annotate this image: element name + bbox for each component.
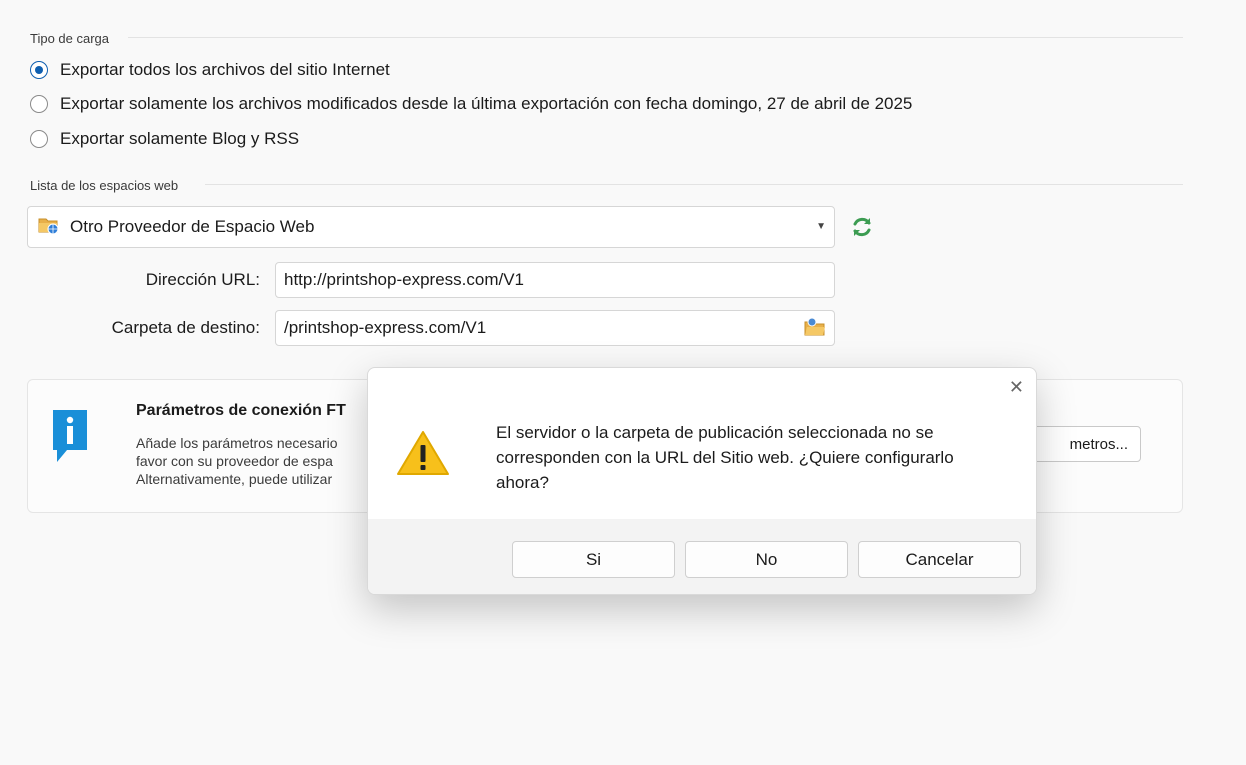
radio-label: Exportar solamente los archivos modifica… [60, 94, 913, 113]
url-value: http://printshop-express.com/V1 [284, 270, 525, 289]
info-title: Parámetros de conexión FT [136, 402, 346, 419]
warning-icon [395, 428, 451, 483]
dialog-message: El servidor o la carpeta de publicación … [496, 423, 954, 492]
radio-label: Exportar solamente Blog y RSS [60, 129, 300, 148]
info-text: Añade los parámetros necesario favor con… [136, 434, 368, 488]
cancel-button[interactable]: Cancelar [858, 541, 1021, 578]
info-line: Alternativamente, puede utilizar [136, 471, 333, 487]
dialog-footer: Si No Cancelar [368, 519, 1036, 594]
section-divider [205, 184, 1183, 185]
radio-unchecked-icon[interactable] [30, 95, 48, 113]
folder-globe-icon [38, 215, 60, 240]
url-label: Dirección URL: [145, 270, 260, 289]
upload-type-heading: Tipo de carga [30, 31, 110, 46]
radio-unchecked-icon[interactable] [30, 130, 48, 148]
dest-label: Carpeta de destino: [111, 318, 260, 337]
url-field[interactable]: http://printshop-express.com/V1 [275, 262, 835, 298]
section-divider [128, 37, 1183, 38]
radio-export-all[interactable]: Exportar todos los archivos del sitio In… [30, 58, 390, 82]
browse-folder-icon[interactable] [804, 317, 826, 342]
radio-export-blog-rss[interactable]: Exportar solamente Blog y RSS [30, 127, 299, 151]
info-line: favor con su proveedor de espa [136, 453, 333, 469]
close-icon[interactable]: ✕ [1009, 378, 1024, 396]
yes-button[interactable]: Si [512, 541, 675, 578]
no-button[interactable]: No [685, 541, 848, 578]
refresh-icon[interactable] [850, 215, 874, 239]
dest-value: /printshop-express.com/V1 [284, 318, 487, 337]
radio-label: Exportar todos los archivos del sitio In… [60, 60, 390, 79]
webspace-dropdown[interactable]: Otro Proveedor de Espacio Web ▼ [27, 206, 835, 248]
info-icon [53, 410, 87, 467]
chevron-down-icon[interactable]: ▼ [816, 221, 826, 232]
radio-export-modified[interactable]: Exportar solamente los archivos modifica… [30, 92, 912, 116]
radio-checked-icon[interactable] [30, 61, 48, 79]
destination-folder-field[interactable]: /printshop-express.com/V1 [275, 310, 835, 346]
info-line: Añade los parámetros necesario [136, 435, 338, 451]
webspaces-heading: Lista de los espacios web [30, 178, 179, 193]
confirm-dialog: ✕ El servidor o la carpeta de publicació… [367, 367, 1037, 595]
webspace-selected: Otro Proveedor de Espacio Web [70, 217, 315, 236]
